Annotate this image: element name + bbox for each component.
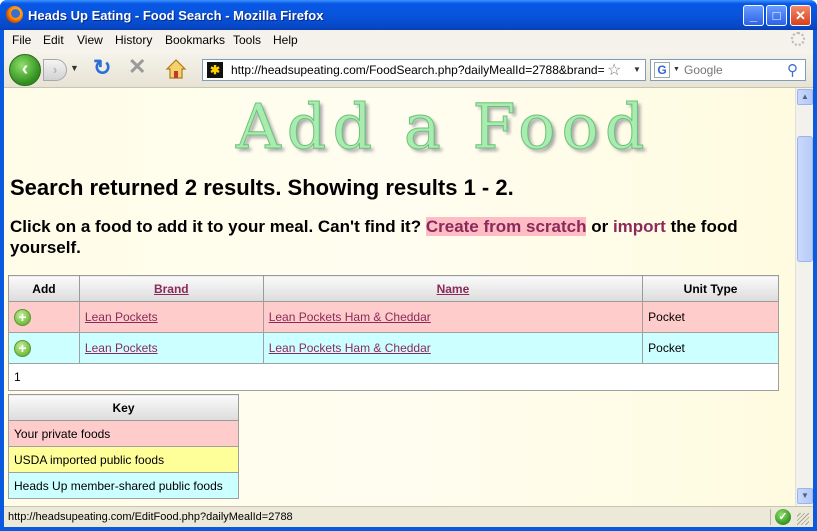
- add-a-food-logo: Add a Food: [236, 90, 651, 163]
- engine-dropdown-icon[interactable]: ▼: [673, 66, 680, 73]
- maximize-button[interactable]: □: [766, 5, 787, 26]
- key-private-label: Your private foods: [8, 420, 239, 447]
- key-row-private: Your private foods: [8, 420, 239, 447]
- scroll-thumb[interactable]: [797, 136, 813, 262]
- header-name: Name: [262, 275, 644, 302]
- name-cell: Lean Pockets Ham & Cheddar: [262, 332, 644, 364]
- header-unit-type: Unit Type: [642, 275, 779, 302]
- results-table: Add Brand Name Unit Type + Lean Pockets …: [8, 275, 779, 391]
- create-from-scratch-link[interactable]: Create from scratch: [425, 217, 587, 236]
- site-favicon-icon: ✱: [207, 62, 223, 78]
- back-button[interactable]: ‹: [9, 54, 41, 86]
- table-row: + Lean Pockets Lean Pockets Ham & Chedda…: [8, 332, 779, 364]
- security-check-icon[interactable]: ✓: [775, 509, 791, 525]
- brand-cell: Lean Pockets: [78, 332, 264, 364]
- sort-brand-link[interactable]: Brand: [154, 282, 189, 296]
- menu-edit[interactable]: Edit: [43, 33, 64, 47]
- menu-history[interactable]: History: [115, 33, 152, 47]
- title-bar[interactable]: Heads Up Eating - Food Search - Mozilla …: [0, 0, 817, 30]
- scroll-down-icon[interactable]: ▼: [797, 488, 813, 504]
- menu-view[interactable]: View: [77, 33, 103, 47]
- key-row-usda: USDA imported public foods: [8, 446, 239, 473]
- search-input[interactable]: [684, 62, 784, 78]
- history-dropdown-icon[interactable]: ▼: [70, 63, 79, 73]
- table-row: + Lean Pockets Lean Pockets Ham & Chedda…: [8, 301, 779, 333]
- resize-grip-icon[interactable]: [797, 513, 809, 525]
- page-content: Add a Food Search returned 2 results. Sh…: [4, 88, 795, 506]
- home-icon[interactable]: [165, 58, 187, 80]
- results-header-row: Add Brand Name Unit Type: [8, 275, 779, 302]
- add-food-icon[interactable]: +: [14, 308, 31, 326]
- url-dropdown-icon[interactable]: ▼: [633, 65, 641, 74]
- status-bar: http://headsupeating.com/EditFood.php?da…: [4, 506, 813, 527]
- menu-bar: File Edit View History Bookmarks Tools H…: [4, 30, 813, 50]
- scroll-up-icon[interactable]: ▲: [797, 89, 813, 105]
- key-table: Key Your private foods USDA imported pub…: [8, 394, 239, 499]
- key-header: Key: [8, 394, 239, 421]
- key-row-shared: Heads Up member-shared public foods: [8, 472, 239, 499]
- brand-cell: Lean Pockets: [78, 301, 264, 333]
- reload-icon[interactable]: ↻: [93, 57, 111, 79]
- menu-bookmarks[interactable]: Bookmarks: [165, 33, 225, 47]
- instructions-or: or: [591, 217, 609, 236]
- browser-window: Heads Up Eating - Food Search - Mozilla …: [0, 0, 817, 531]
- pager-row: 1: [8, 363, 779, 391]
- status-divider: [770, 509, 771, 525]
- firefox-icon: [6, 6, 23, 23]
- forward-button[interactable]: ›: [43, 59, 67, 81]
- search-magnifier-icon[interactable]: ⚲: [787, 61, 798, 79]
- page-number[interactable]: 1: [8, 363, 779, 391]
- stop-icon[interactable]: ✕: [128, 56, 146, 78]
- key-shared-label: Heads Up member-shared public foods: [8, 472, 239, 499]
- google-engine-icon[interactable]: G: [654, 62, 670, 78]
- navigation-toolbar: ‹ › ▼ ↻ ✕ ✱ http://headsupeating.com/Foo…: [4, 50, 813, 88]
- results-heading: Search returned 2 results. Showing resul…: [10, 175, 514, 200]
- instructions-pre: Click on a food to add it to your meal. …: [10, 217, 422, 236]
- address-bar[interactable]: ✱ http://headsupeating.com/FoodSearch.ph…: [202, 59, 646, 81]
- forward-arrow-icon: ›: [52, 62, 58, 77]
- back-arrow-icon: ‹: [21, 58, 29, 80]
- brand-link[interactable]: Lean Pockets: [85, 341, 158, 355]
- import-link[interactable]: import: [613, 217, 666, 236]
- instructions: Click on a food to add it to your meal. …: [10, 216, 770, 258]
- menu-tools[interactable]: Tools: [233, 33, 261, 47]
- sort-name-link[interactable]: Name: [437, 282, 470, 296]
- add-cell: +: [8, 332, 80, 364]
- add-cell: +: [8, 301, 80, 333]
- food-name-link[interactable]: Lean Pockets Ham & Cheddar: [269, 310, 431, 324]
- minimize-button[interactable]: _: [743, 5, 764, 26]
- key-usda-label: USDA imported public foods: [8, 446, 239, 473]
- address-url[interactable]: http://headsupeating.com/FoodSearch.php?…: [231, 63, 605, 77]
- menu-file[interactable]: File: [12, 33, 31, 47]
- browser-client: File Edit View History Bookmarks Tools H…: [4, 30, 813, 527]
- brand-link[interactable]: Lean Pockets: [85, 310, 158, 324]
- status-text: http://headsupeating.com/EditFood.php?da…: [8, 511, 293, 523]
- add-food-icon[interactable]: +: [14, 339, 31, 357]
- window-title: Heads Up Eating - Food Search - Mozilla …: [28, 8, 324, 23]
- unit-cell: Pocket: [642, 332, 779, 364]
- close-button[interactable]: ✕: [790, 5, 811, 26]
- header-add: Add: [8, 275, 80, 302]
- bookmark-star-icon[interactable]: ☆: [607, 60, 621, 80]
- name-cell: Lean Pockets Ham & Cheddar: [262, 301, 644, 333]
- header-brand: Brand: [78, 275, 264, 302]
- key-header-row: Key: [8, 394, 239, 421]
- vertical-scrollbar[interactable]: ▲ ▼: [795, 88, 813, 506]
- activity-throbber-icon: [791, 32, 805, 46]
- unit-cell: Pocket: [642, 301, 779, 333]
- menu-help[interactable]: Help: [273, 33, 298, 47]
- food-name-link[interactable]: Lean Pockets Ham & Cheddar: [269, 341, 431, 355]
- search-box[interactable]: G ▼ ⚲: [650, 59, 806, 81]
